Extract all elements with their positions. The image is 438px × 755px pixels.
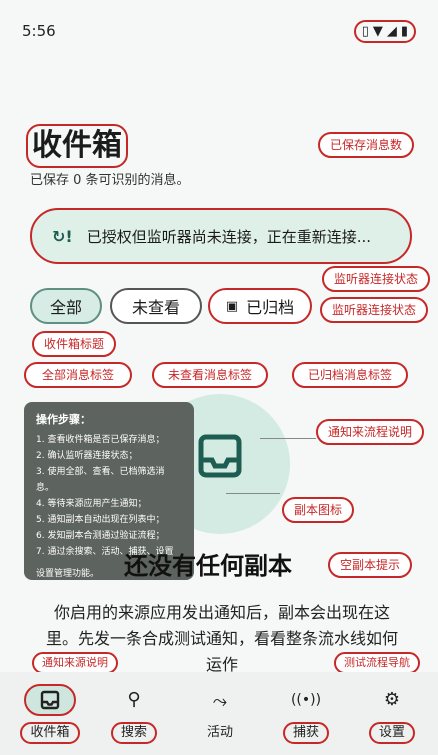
flow-description-badge: 通知来流程说明 [316, 419, 425, 445]
filter-chip-all[interactable]: 全部 [30, 288, 102, 324]
nav-icon-container [24, 683, 76, 716]
instruction-step: 1. 查看收件箱是否已保存消息； [36, 435, 165, 445]
capture-icon: ((•)) [290, 691, 322, 708]
instruction-step: 3. 使用全部、查看、已档筛选消息。 [36, 467, 165, 493]
nav-item-search[interactable]: ⚲ 搜索 [94, 672, 174, 755]
saved-count-badge: 已保存消息数 [318, 132, 415, 158]
test-flow-badge: 测试流程导航 [334, 652, 420, 674]
listener-status-badge: 监听器连接状态 [322, 266, 431, 292]
status-time: 5:56 [22, 22, 56, 40]
instructions-title: 操作步骤： [36, 413, 91, 426]
search-icon: ⚲ [127, 689, 141, 710]
signal-icon: ◢ [386, 23, 397, 39]
empty-state-badge: 空副本提示 [328, 552, 413, 578]
vibrate-icon: ▯ [361, 23, 369, 39]
status-icons: ▯ ▼ ◢ ▮ [353, 19, 416, 43]
instruction-step: 2. 确认监听器连接状态； [36, 451, 138, 461]
activity-icon: ⤳ [212, 691, 228, 712]
listener-status-banner[interactable]: ↻! 已授权但监听器尚未连接，正在重新连接... [30, 208, 412, 264]
connector-line [226, 493, 280, 494]
nav-label-capture: 捕获 [282, 721, 329, 744]
unviewed-messages-badge: 未查看消息标签 [152, 362, 269, 388]
connector-line [260, 438, 316, 439]
listener-status-text: 已授权但监听器尚未连接，正在重新连接... [86, 227, 372, 246]
inbox-icon [40, 690, 60, 709]
nav-item-capture[interactable]: ((•)) 捕获 [266, 672, 346, 755]
nav-item-settings[interactable]: ⚙ 设置 [352, 672, 432, 755]
nav-item-inbox[interactable]: 收件箱 [10, 672, 90, 755]
nav-label-inbox: 收件箱 [20, 721, 80, 744]
filter-listener-badge: 监听器连接状态 [320, 297, 429, 323]
filter-chip-archived[interactable]: ▣ 已归档 [208, 288, 312, 324]
nav-label-activity: 活动 [206, 724, 233, 740]
all-messages-badge: 全部消息标签 [24, 362, 133, 388]
instruction-step: 6. 发知副本合测通过验证流程； [36, 531, 165, 541]
nav-label-settings: 设置 [368, 721, 415, 744]
nav-item-activity[interactable]: ⤳ 活动 [180, 672, 260, 755]
page-subtitle: 已保存 0 条可识别的消息。 [30, 173, 190, 188]
empty-state-title: 还没有任何副本 [124, 552, 292, 580]
reconnect-icon: ↻! [52, 226, 73, 246]
wifi-icon: ▼ [372, 23, 383, 39]
instruction-step: 4. 等待来源应用产生通知； [36, 499, 147, 509]
archived-messages-badge: 已归档消息标签 [292, 362, 409, 388]
filter-chip-all-label: 全部 [49, 298, 82, 317]
bottom-navigation: 收件箱 ⚲ 搜索 ⤳ 活动 ((•)) 捕获 ⚙ 设置 [0, 672, 438, 755]
page-title: 收件箱 [26, 124, 128, 168]
inbox-title-badge: 收件箱标题 [32, 331, 117, 357]
source-description-badge: 通知来源说明 [32, 652, 118, 674]
filter-chip-unviewed[interactable]: 未查看 [110, 288, 202, 324]
nav-label-search: 搜索 [110, 721, 157, 744]
gear-icon: ⚙ [383, 689, 401, 710]
battery-icon: ▮ [400, 23, 408, 39]
filter-chip-unviewed-label: 未查看 [131, 298, 180, 317]
copy-icon-badge: 副本图标 [282, 497, 355, 523]
inbox-icon [198, 434, 242, 478]
archive-icon: ▣ [225, 298, 239, 314]
instruction-step: 5. 通知副本自动出现在列表中； [36, 515, 165, 525]
status-bar: 5:56 ▯ ▼ ◢ ▮ [0, 0, 438, 62]
filter-chip-archived-label: 已归档 [246, 298, 295, 317]
